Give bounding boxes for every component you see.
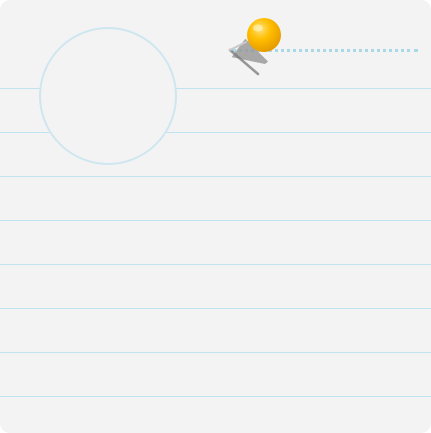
ruled-line [0,352,431,353]
ruled-line [0,220,431,221]
ruled-line [0,396,431,397]
ruled-line [0,176,431,177]
ruled-line [0,264,431,265]
ruled-line [0,308,431,309]
push-pin-icon [228,18,281,76]
avatar-placeholder-circle [39,27,177,165]
note-card [0,0,431,433]
